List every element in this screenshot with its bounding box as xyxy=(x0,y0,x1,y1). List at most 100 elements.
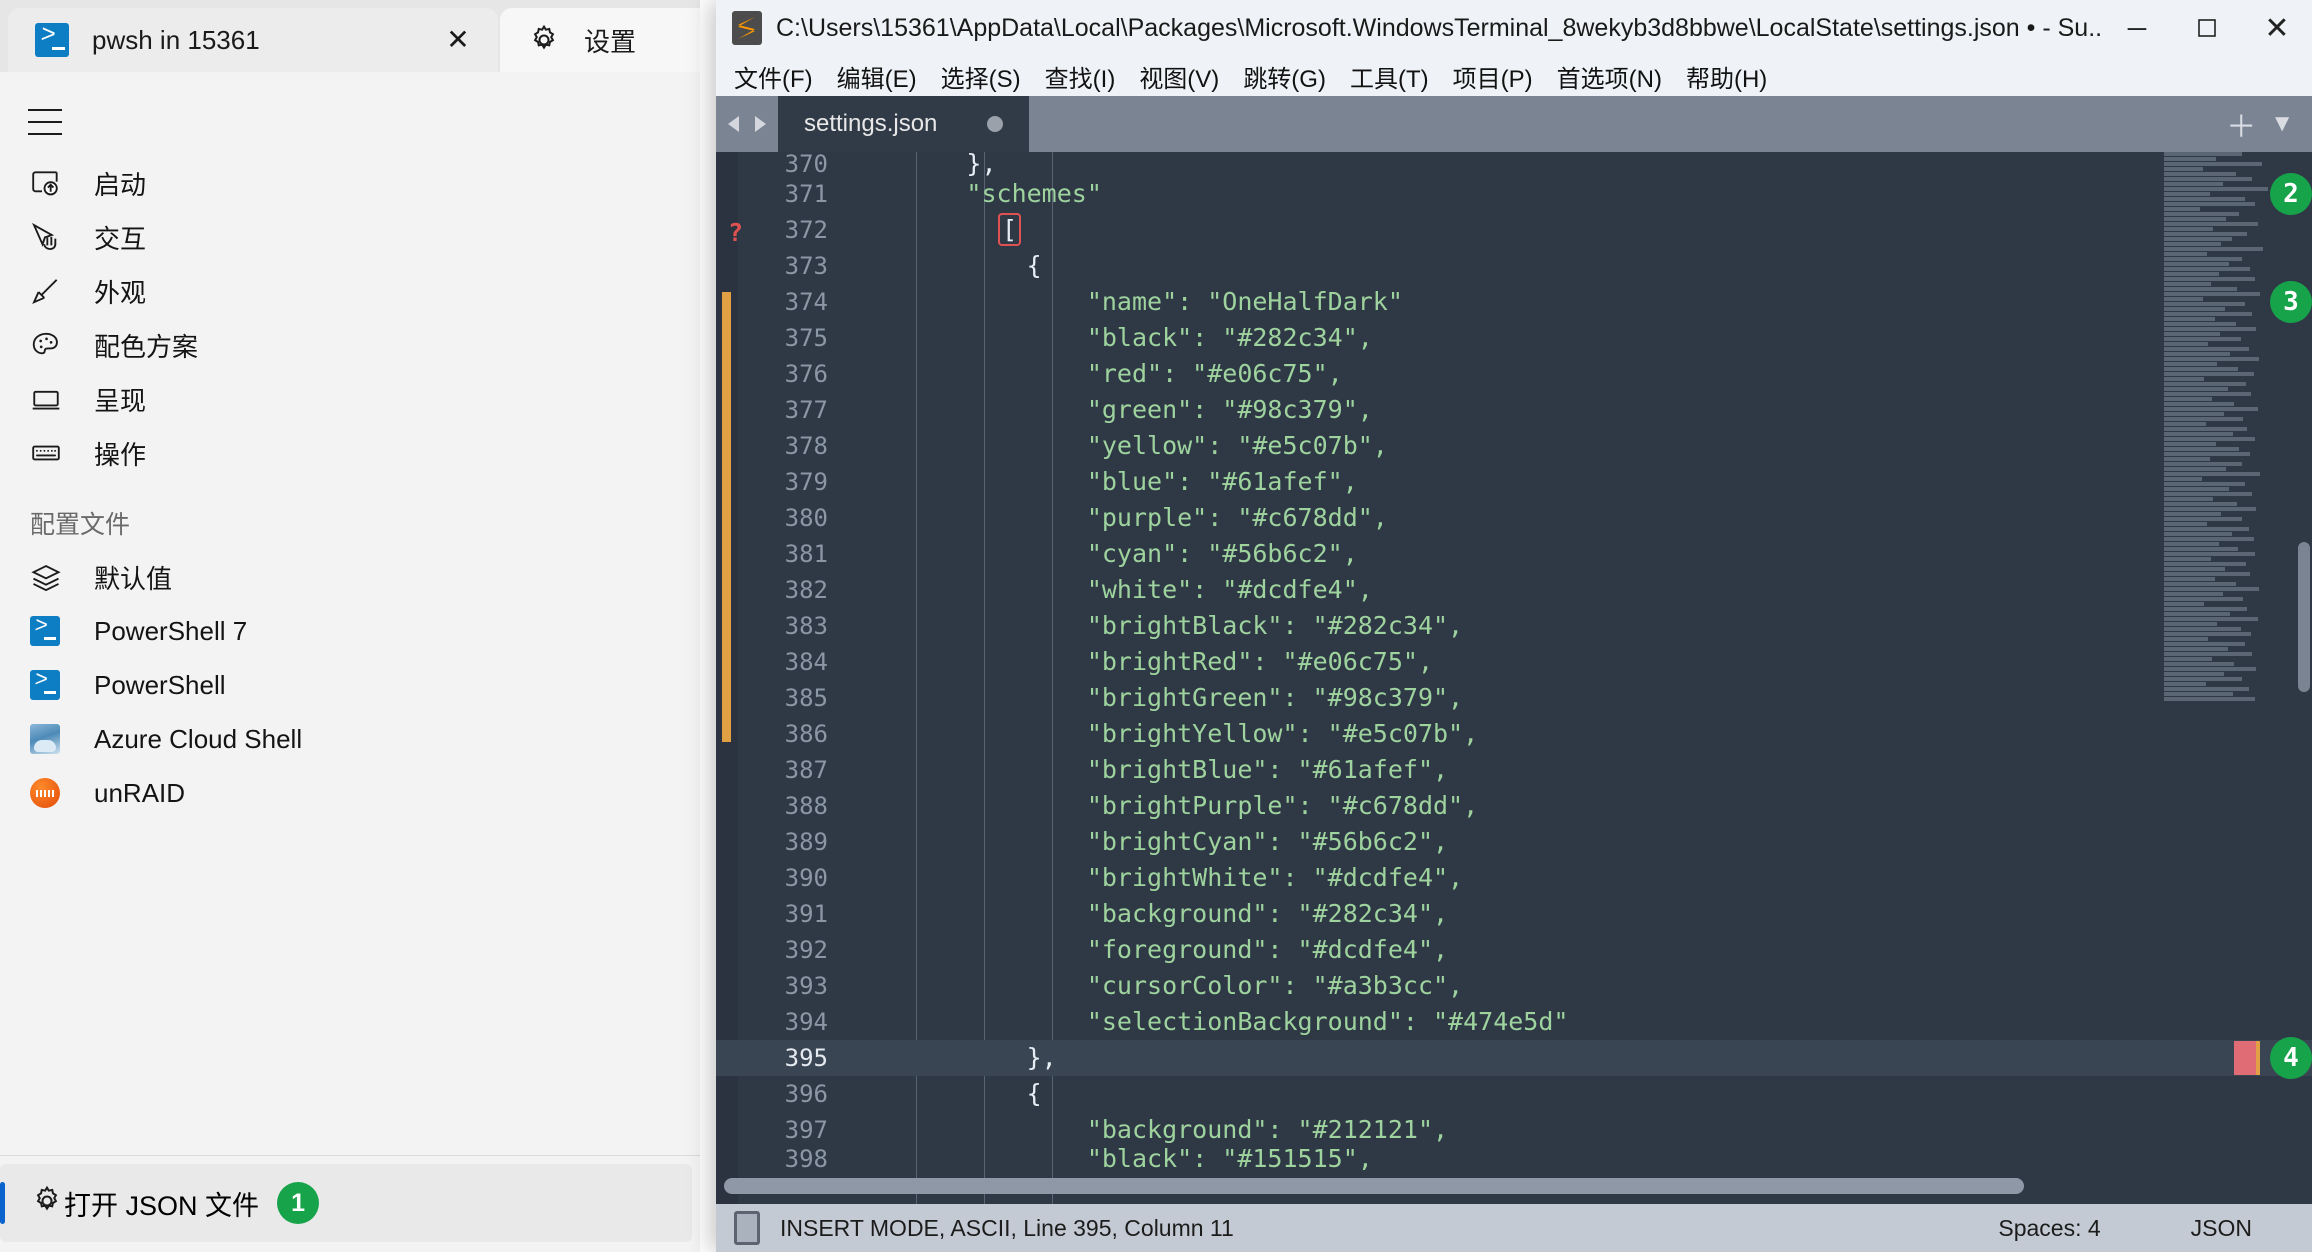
code-line[interactable]: 383 "brightBlack": "#282c34", xyxy=(716,608,2312,644)
status-syntax[interactable]: JSON xyxy=(2191,1215,2252,1242)
line-content: "cyan": "#56b6c2", xyxy=(846,539,1358,568)
code-line[interactable]: 397 "background": "#212121", xyxy=(716,1112,2312,1148)
code-line[interactable]: 379 "blue": "#61afef", xyxy=(716,464,2312,500)
line-content: "brightCyan": "#56b6c2", xyxy=(846,827,1449,856)
line-number: 382 xyxy=(784,576,828,604)
sidebar-item-appearance[interactable]: 外观 xyxy=(0,264,700,318)
hamburger-menu-icon[interactable] xyxy=(28,104,68,140)
code-line[interactable]: ? 372 [ xyxy=(716,212,2312,248)
code-line[interactable]: 391 "background": "#282c34", xyxy=(716,896,2312,932)
menu-project[interactable]: 项目(P) xyxy=(1441,57,1545,96)
status-indentation[interactable]: Spaces: 4 xyxy=(1998,1215,2100,1242)
close-button[interactable]: ✕ xyxy=(2242,0,2312,56)
powershell-icon xyxy=(30,668,76,702)
terminal-settings-sidebar: 启动 交互 外观 配色方案 呈现 操作 配置文件 默认值 > PowerShel… xyxy=(0,72,700,1252)
vertical-scrollbar[interactable] xyxy=(2298,542,2310,692)
code-line[interactable]: 392 "foreground": "#dcdfe4", xyxy=(716,932,2312,968)
line-content: "background": "#282c34", xyxy=(846,899,1449,928)
code-line[interactable]: 385 "brightGreen": "#98c379", xyxy=(716,680,2312,716)
sidebar-item-powershell[interactable]: PowerShell xyxy=(0,658,700,712)
sidebar-item-startup[interactable]: 启动 xyxy=(0,156,700,210)
line-content: "brightBlack": "#282c34", xyxy=(846,611,1464,640)
sidebar-toggle-icon[interactable] xyxy=(734,1211,760,1245)
new-tab-button[interactable]: ＋ xyxy=(2226,102,2256,146)
sidebar-item-actions[interactable]: 操作 xyxy=(0,426,700,480)
line-number: 380 xyxy=(784,504,828,532)
code-line[interactable]: 393 "cursorColor": "#a3b3cc", xyxy=(716,968,2312,1004)
unsaved-indicator-icon[interactable] xyxy=(987,116,1004,132)
line-content: "background": "#212121", xyxy=(846,1115,1449,1144)
code-line[interactable]: 380 "purple": "#c678dd", xyxy=(716,500,2312,536)
status-right-group: Spaces: 4 JSON xyxy=(1998,1215,2312,1242)
sidebar-item-unraid[interactable]: unRAID xyxy=(0,766,700,820)
sidebar-item-azure-cloud-shell[interactable]: Azure Cloud Shell xyxy=(0,712,700,766)
code-lines[interactable]: 370 }, 371 "schemes" 2 ? 372 [ 373 {374… xyxy=(716,152,2312,1170)
line-content: "cursorColor": "#a3b3cc", xyxy=(846,971,1464,1000)
menu-preferences[interactable]: 首选项(N) xyxy=(1545,57,1674,96)
nav-section-profiles: 配置文件 xyxy=(30,511,131,539)
menu-help[interactable]: 帮助(H) xyxy=(1674,57,1779,96)
error-icon: ? xyxy=(728,218,744,247)
terminal-tab-settings[interactable]: 设置 xyxy=(500,8,700,72)
line-content: "yellow": "#e5c07b", xyxy=(846,431,1388,460)
line-content: "brightYellow": "#e5c07b", xyxy=(846,719,1479,748)
sublime-statusbar: INSERT MODE, ASCII, Line 395, Column 11 … xyxy=(716,1204,2312,1252)
minimize-button[interactable]: ─ xyxy=(2102,0,2172,56)
sidebar-item-defaults[interactable]: 默认值 xyxy=(0,550,700,604)
sidebar-item-label: 呈现 xyxy=(94,385,147,416)
code-line-current[interactable]: 395 }, 4 xyxy=(716,1037,2312,1079)
open-json-file-button[interactable]: 打开 JSON 文件 1 xyxy=(0,1164,692,1242)
code-line[interactable]: 398 "black": "#151515", xyxy=(716,1148,2312,1170)
sublime-titlebar[interactable]: C:\Users\15361\AppData\Local\Packages\Mi… xyxy=(716,0,2312,56)
code-line[interactable]: 394 "selectionBackground": "#474e5d" xyxy=(716,1004,2312,1040)
line-number: 395 xyxy=(784,1044,828,1072)
menu-edit[interactable]: 编辑(E) xyxy=(825,57,929,96)
code-line[interactable]: 376 "red": "#e06c75", xyxy=(716,356,2312,392)
maximize-button[interactable] xyxy=(2172,0,2242,56)
sidebar-item-label: 配色方案 xyxy=(94,331,199,362)
menu-file[interactable]: 文件(F) xyxy=(722,57,825,96)
code-line[interactable]: 377 "green": "#98c379", xyxy=(716,392,2312,428)
code-line[interactable]: 389 "brightCyan": "#56b6c2", xyxy=(716,824,2312,860)
sidebar-item-powershell-7[interactable]: PowerShell 7 xyxy=(0,604,700,658)
code-line[interactable]: 378 "yellow": "#e5c07b", xyxy=(716,428,2312,464)
menu-selection[interactable]: 选择(S) xyxy=(929,57,1033,96)
code-line[interactable]: 386 "brightYellow": "#e5c07b", xyxy=(716,716,2312,752)
code-line[interactable]: 374 "name": "OneHalfDark" 3 xyxy=(716,281,2312,323)
code-line[interactable]: 382 "white": "#dcdfe4", xyxy=(716,572,2312,608)
sidebar-item-color-schemes[interactable]: 配色方案 xyxy=(0,318,700,372)
code-line[interactable]: 388 "brightPurple": "#c678dd", xyxy=(716,788,2312,824)
code-line[interactable]: 390 "brightWhite": "#dcdfe4", xyxy=(716,860,2312,896)
code-line[interactable]: 381 "cyan": "#56b6c2", xyxy=(716,536,2312,572)
chevron-right-icon xyxy=(755,116,766,132)
editor-tab-settings-json[interactable]: settings.json xyxy=(778,96,1030,152)
layers-icon xyxy=(30,560,76,594)
horizontal-scrollbar[interactable] xyxy=(724,1178,2024,1194)
line-number: 392 xyxy=(784,936,828,964)
code-line[interactable]: 371 "schemes" 2 xyxy=(716,173,2312,215)
code-line[interactable]: 375 "black": "#282c34", xyxy=(716,320,2312,356)
code-line[interactable]: 387 "brightBlue": "#61afef", xyxy=(716,752,2312,788)
code-line[interactable]: 384 "brightRed": "#e06c75", xyxy=(716,644,2312,680)
menu-goto[interactable]: 跳转(G) xyxy=(1231,57,1338,96)
open-json-file-label: 打开 JSON 文件 xyxy=(64,1190,260,1221)
sidebar-item-rendering[interactable]: 呈现 xyxy=(0,372,700,426)
tab-nav-arrows[interactable] xyxy=(716,96,778,152)
menu-view[interactable]: 视图(V) xyxy=(1127,57,1231,96)
unraid-icon xyxy=(30,776,76,810)
menu-find[interactable]: 查找(I) xyxy=(1033,57,1128,96)
code-line[interactable]: 373 { xyxy=(716,248,2312,284)
minimap[interactable] xyxy=(2164,152,2294,1162)
close-icon[interactable]: ✕ xyxy=(440,22,476,58)
launch-icon xyxy=(30,166,76,200)
code-line[interactable]: 370 }, xyxy=(716,152,2312,176)
sidebar-item-interaction[interactable]: 交互 xyxy=(0,210,700,264)
chevron-down-icon[interactable]: ▼ xyxy=(2270,110,2294,138)
menu-tools[interactable]: 工具(T) xyxy=(1338,57,1441,96)
terminal-tab-pwsh[interactable]: pwsh in 15361 ✕ xyxy=(8,8,498,72)
code-editor[interactable]: 370 }, 371 "schemes" 2 ? 372 [ 373 {374… xyxy=(716,152,2312,1204)
code-line[interactable]: 396 { xyxy=(716,1076,2312,1112)
keyboard-icon xyxy=(30,436,76,470)
line-content: "schemes" xyxy=(846,179,1102,208)
line-number: 396 xyxy=(784,1080,828,1108)
